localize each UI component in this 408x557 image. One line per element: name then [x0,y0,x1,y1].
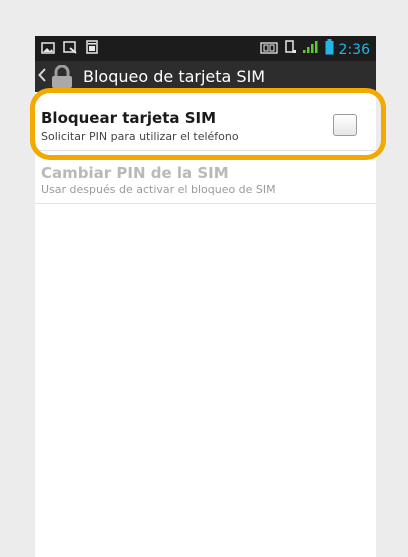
status-bar-notifications [41,40,99,59]
nfc-icon [259,41,278,59]
status-bar: 2:36 [35,36,376,61]
phone-screen: 2:36 Bloqueo de tarjeta SIM Bloquear tar… [35,36,376,557]
battery-icon [325,39,334,60]
vibrate-icon [283,40,297,59]
gallery-icon [41,41,55,59]
sim-lock-title: Bloquear tarjeta SIM [41,109,217,127]
sim-lock-toggle-row[interactable]: Bloquear tarjeta SIM Solicitar PIN para … [35,92,376,150]
lock-icon [49,64,75,94]
screenshot-icon [63,40,77,59]
signal-icon [302,40,320,59]
sim-lock-subtitle: Solicitar PIN para utilizar el teléfono [41,130,239,143]
status-bar-time: 2:36 [338,41,370,58]
back-chevron-icon[interactable] [38,68,46,86]
change-sim-pin-row[interactable]: Cambiar PIN de la SIM Usar después de ac… [35,150,376,204]
sim-lock-checkbox[interactable] [333,114,357,136]
action-bar: Bloqueo de tarjeta SIM [35,61,376,92]
status-bar-system: 2:36 [259,39,370,60]
change-sim-pin-subtitle: Usar después de activar el bloqueo de SI… [41,183,276,196]
sim-toolkit-icon [85,40,99,59]
change-sim-pin-title: Cambiar PIN de la SIM [41,164,229,182]
action-bar-title: Bloqueo de tarjeta SIM [83,67,266,86]
